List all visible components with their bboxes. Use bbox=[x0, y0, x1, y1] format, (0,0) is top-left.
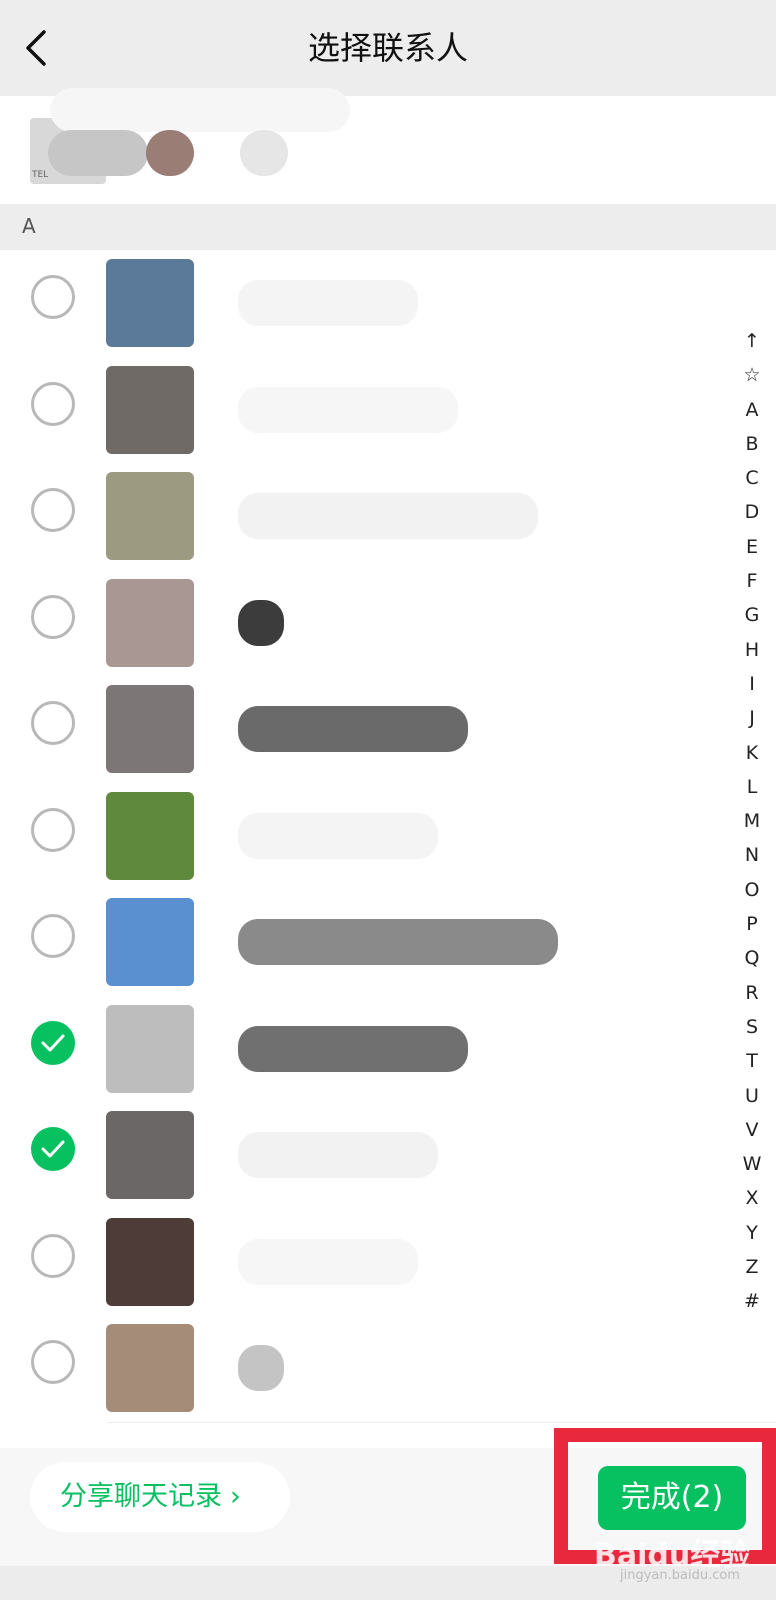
alphabet-index-letter[interactable]: X bbox=[728, 1181, 776, 1215]
alphabet-index-letter[interactable]: I bbox=[728, 667, 776, 701]
contact-name-blur bbox=[238, 1345, 284, 1391]
checkmark-icon bbox=[41, 1140, 65, 1158]
contact-name-blur bbox=[238, 493, 538, 539]
checkmark-icon bbox=[41, 1034, 65, 1051]
checkbox-unchecked[interactable] bbox=[31, 381, 75, 426]
page-title: 选择联系人 bbox=[307, 29, 468, 67]
contact-row[interactable] bbox=[0, 250, 776, 358]
contact-name-blur bbox=[238, 1025, 468, 1072]
checkbox-unchecked[interactable] bbox=[31, 275, 75, 319]
alphabet-index-letter[interactable]: Y bbox=[728, 1216, 776, 1250]
alphabet-index-letter[interactable]: L bbox=[728, 770, 776, 804]
alphabet-index-letter[interactable]: S bbox=[728, 1010, 776, 1044]
avatar bbox=[106, 1324, 194, 1412]
contact-row[interactable] bbox=[0, 1102, 776, 1210]
alphabet-index-letter[interactable]: V bbox=[728, 1113, 776, 1147]
checkbox-unchecked[interactable] bbox=[31, 701, 75, 745]
contact-name-blur bbox=[238, 1132, 438, 1178]
alphabet-index-letter[interactable]: O bbox=[728, 873, 776, 907]
alphabet-index-letter[interactable]: D bbox=[728, 495, 776, 529]
checkbox-checked[interactable] bbox=[31, 1020, 75, 1065]
avatar bbox=[106, 791, 194, 880]
group-avatar-label: TEL bbox=[32, 170, 49, 180]
chevron-right-icon: › bbox=[230, 1481, 241, 1512]
contact-row[interactable] bbox=[0, 889, 776, 997]
contact-name-blur bbox=[238, 280, 418, 326]
group-name-blur bbox=[146, 130, 194, 176]
alphabet-index-letter[interactable]: M bbox=[728, 804, 776, 838]
contact-name-blur bbox=[238, 706, 468, 752]
alphabet-index-letter[interactable]: # bbox=[728, 1284, 776, 1318]
avatar bbox=[106, 898, 194, 986]
contact-name-blur bbox=[238, 812, 438, 859]
alphabet-index-letter[interactable]: H bbox=[728, 633, 776, 667]
checkbox-unchecked[interactable] bbox=[31, 1340, 75, 1384]
alphabet-index-letter[interactable]: ☆ bbox=[728, 358, 776, 392]
contact-row[interactable] bbox=[0, 1315, 776, 1423]
avatar bbox=[106, 1004, 194, 1093]
alphabet-index-letter[interactable]: F bbox=[728, 564, 776, 598]
alphabet-index-letter[interactable]: R bbox=[728, 976, 776, 1010]
alphabet-index-letter[interactable]: E bbox=[728, 530, 776, 564]
contact-row[interactable] bbox=[0, 356, 776, 465]
alphabet-index-letter[interactable]: U bbox=[728, 1079, 776, 1113]
contact-row[interactable] bbox=[0, 569, 776, 678]
nav-bar: 选择联系人 bbox=[0, 0, 776, 96]
alphabet-index[interactable]: ↑ ☆ A B C D E F G H I J K L M N O P Q R S T U V W X Y Z # bbox=[728, 324, 776, 1319]
checkbox-unchecked[interactable] bbox=[31, 488, 75, 532]
group-name-blur bbox=[48, 130, 148, 176]
contact-row[interactable] bbox=[0, 1208, 776, 1317]
avatar bbox=[106, 259, 194, 347]
alphabet-index-letter[interactable]: N bbox=[728, 838, 776, 872]
alphabet-index-letter[interactable]: K bbox=[728, 736, 776, 770]
alphabet-index-letter[interactable]: ↑ bbox=[728, 324, 776, 358]
avatar bbox=[106, 1217, 194, 1306]
alphabet-index-letter[interactable]: G bbox=[728, 598, 776, 632]
checkbox-unchecked[interactable] bbox=[31, 807, 75, 852]
contact-name-blur bbox=[238, 1238, 418, 1285]
watermark-sub: jingyan.baidu.com bbox=[620, 1568, 740, 1583]
avatar bbox=[106, 685, 194, 773]
section-header-a: A bbox=[0, 204, 776, 250]
alphabet-index-letter[interactable]: J bbox=[728, 701, 776, 735]
alphabet-index-letter[interactable]: Z bbox=[728, 1250, 776, 1284]
alphabet-index-letter[interactable]: B bbox=[728, 427, 776, 461]
share-chat-history-button[interactable]: 分享聊天记录 › bbox=[30, 1462, 290, 1532]
avatar bbox=[106, 472, 194, 560]
group-name-blur bbox=[50, 88, 350, 132]
contact-row[interactable] bbox=[0, 676, 776, 784]
alphabet-index-letter[interactable]: T bbox=[728, 1044, 776, 1078]
alphabet-index-letter[interactable]: Q bbox=[728, 941, 776, 975]
contact-name-blur bbox=[238, 919, 558, 965]
avatar bbox=[106, 578, 194, 667]
avatar bbox=[106, 1111, 194, 1199]
contact-name-blur bbox=[238, 599, 284, 646]
alphabet-index-letter[interactable]: W bbox=[728, 1147, 776, 1181]
alphabet-index-letter[interactable]: P bbox=[728, 907, 776, 941]
row-divider bbox=[108, 1422, 776, 1423]
contact-row[interactable] bbox=[0, 463, 776, 571]
avatar bbox=[106, 365, 194, 454]
alphabet-index-letter[interactable]: A bbox=[728, 393, 776, 427]
section-letter: A bbox=[22, 214, 36, 238]
checkbox-unchecked[interactable] bbox=[31, 914, 75, 958]
contact-row[interactable] bbox=[0, 782, 776, 891]
contact-name-blur bbox=[238, 386, 458, 433]
contact-row[interactable] bbox=[0, 995, 776, 1104]
checkbox-checked[interactable] bbox=[31, 1127, 75, 1171]
select-contacts-screen: 选择联系人 TEL A ↑ ☆ A B C D E F G H I J K L M N O P Q R S T U V W X Y Z… bbox=[0, 0, 776, 1600]
alphabet-index-letter[interactable]: C bbox=[728, 461, 776, 495]
checkbox-unchecked[interactable] bbox=[31, 594, 75, 639]
checkbox-unchecked[interactable] bbox=[31, 1233, 75, 1278]
group-chat-row[interactable]: TEL bbox=[0, 88, 776, 204]
group-name-blur bbox=[240, 130, 288, 176]
share-label: 分享聊天记录 bbox=[60, 1481, 222, 1512]
